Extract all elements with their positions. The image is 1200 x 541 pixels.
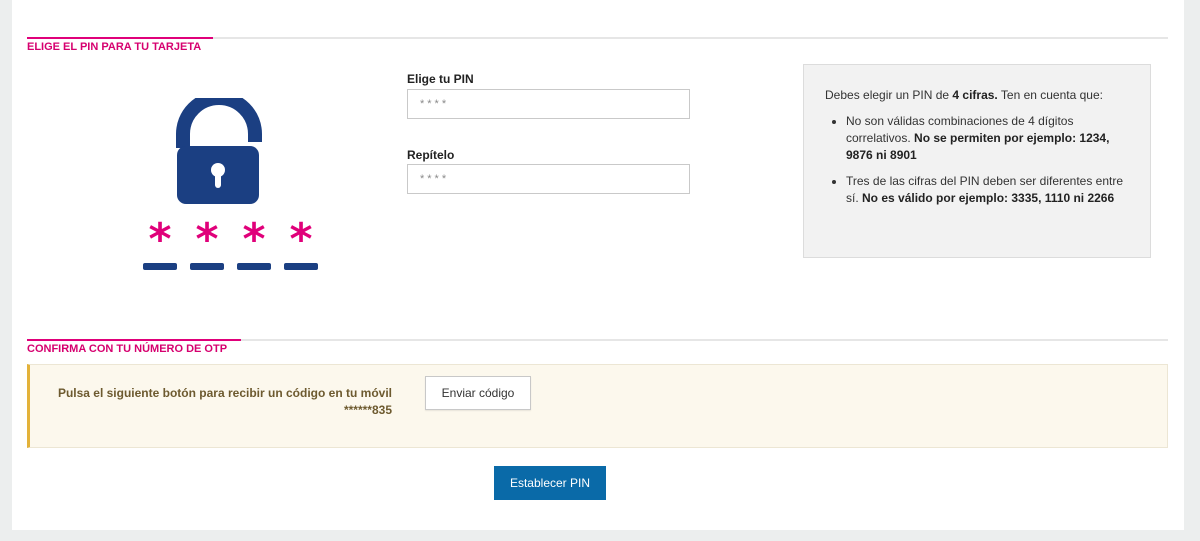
pin-rules-box: Debes elegir un PIN de 4 cifras. Ten en … — [803, 64, 1151, 258]
pin-rules-intro: Debes elegir un PIN de 4 cifras. Ten en … — [825, 88, 1103, 102]
otp-section-header: CONFIRMA CON TU NÚMERO DE OTP — [27, 339, 1168, 355]
pin-rule-item: Tres de las cifras del PIN deben ser dif… — [846, 173, 1136, 207]
pin-setup-card: ELIGE EL PIN PARA TU TARJETA * * * * Eli… — [12, 0, 1184, 530]
section-accent-bar — [27, 37, 213, 39]
asterisk-icon: * — [289, 214, 312, 265]
otp-message-text: Pulsa el siguiente botón para recibir un… — [57, 386, 392, 400]
otp-panel: Pulsa el siguiente botón para recibir un… — [27, 364, 1168, 448]
pin-label: Elige tu PIN — [407, 72, 474, 86]
masked-phone-number: ******835 — [343, 403, 392, 417]
pin-rule-item: No son válidas combinaciones de 4 dígito… — [846, 113, 1136, 164]
set-pin-button[interactable]: Establecer PIN — [494, 466, 606, 500]
repeat-pin-input[interactable] — [407, 164, 690, 194]
otp-section-title: CONFIRMA CON TU NÚMERO DE OTP — [27, 343, 228, 355]
pin-rules-list: No son válidas combinaciones de 4 dígito… — [825, 113, 1136, 216]
asterisk-icon: * — [242, 214, 265, 265]
asterisk-icon: * — [148, 214, 171, 265]
padlock-icon: * * * * — [143, 98, 318, 270]
pin-section-title: ELIGE EL PIN PARA TU TARJETA — [27, 41, 202, 53]
repeat-pin-label: Repítelo — [407, 148, 455, 162]
send-code-button[interactable]: Enviar código — [425, 376, 531, 410]
asterisk-icon: * — [195, 214, 218, 265]
pin-section-header: ELIGE EL PIN PARA TU TARJETA — [27, 37, 1168, 53]
section-accent-bar — [27, 339, 241, 341]
pin-input[interactable] — [407, 89, 690, 119]
otp-message: Pulsa el siguiente botón para recibir un… — [58, 385, 392, 419]
